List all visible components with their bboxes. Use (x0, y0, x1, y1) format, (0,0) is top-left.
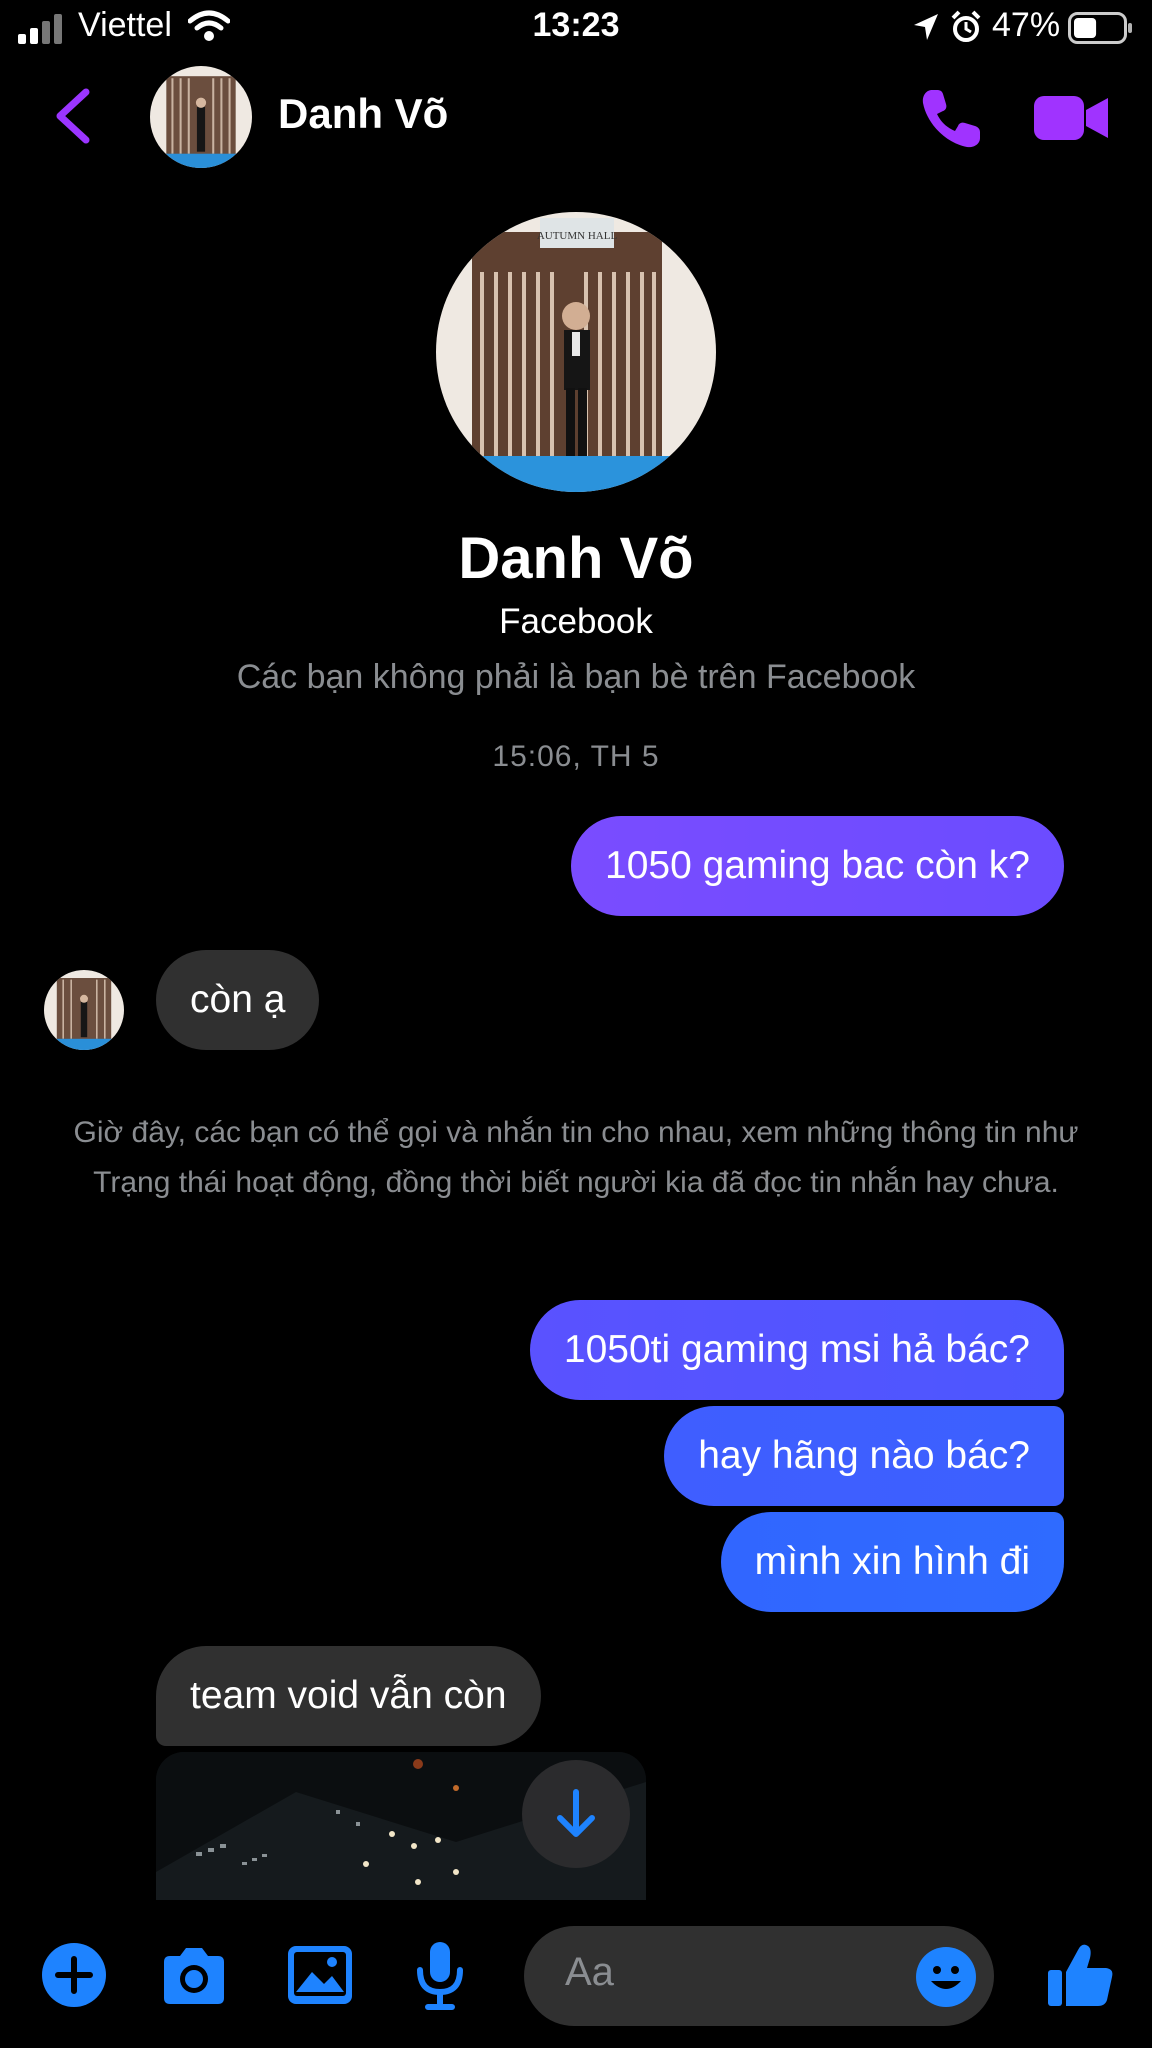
thumbs-up-icon[interactable] (1046, 1940, 1116, 2010)
phone-icon[interactable] (918, 86, 984, 152)
profile-platform: Facebook (499, 602, 653, 641)
profile-name: Danh Võ (458, 526, 694, 591)
image-icon[interactable] (282, 1940, 358, 2010)
scroll-to-bottom-button[interactable] (522, 1760, 630, 1868)
incoming-message[interactable]: team void vẫn còn (156, 1646, 541, 1746)
friend-status-note: Các bạn không phải là bạn bè trên Facebo… (236, 658, 916, 696)
alarm-icon (951, 10, 981, 42)
outgoing-message[interactable]: hay hãng nào bác? (664, 1406, 1064, 1506)
battery-icon (1068, 12, 1132, 44)
location-arrow-icon (914, 14, 938, 40)
status-bar: Viettel 13:23 47% (0, 0, 1152, 60)
header-contact-name[interactable]: Danh Võ (278, 90, 448, 138)
system-notice: Giờ đây, các bạn có thể gọi và nhắn tin … (73, 1116, 1079, 1199)
arrow-down-icon (557, 1789, 595, 1837)
message-input-placeholder: Aa (565, 1950, 614, 1994)
video-camera-icon[interactable] (1034, 92, 1110, 144)
microphone-icon[interactable] (402, 1940, 478, 2010)
battery-percent: 47% (992, 6, 1061, 44)
emoji-icon[interactable] (914, 1945, 978, 2009)
outgoing-message[interactable]: mình xin hình đi (720, 1512, 1064, 1612)
plus-icon[interactable] (36, 1940, 112, 2010)
incoming-message[interactable]: còn ạ (156, 950, 320, 1050)
thread-timestamp: 15:06, TH 5 (492, 740, 660, 773)
profile-avatar[interactable]: AUTUMN HALL (436, 212, 716, 492)
outgoing-message[interactable]: 1050 gaming bac còn k? (571, 816, 1064, 916)
back-chevron-icon[interactable] (48, 86, 98, 146)
camera-icon[interactable] (156, 1940, 232, 2010)
header-avatar[interactable] (150, 66, 252, 168)
contact-avatar-small[interactable] (44, 970, 124, 1050)
avatar-sign-text: AUTUMN HALL (537, 230, 618, 242)
outgoing-message[interactable]: 1050ti gaming msi hả bác? (529, 1300, 1064, 1400)
